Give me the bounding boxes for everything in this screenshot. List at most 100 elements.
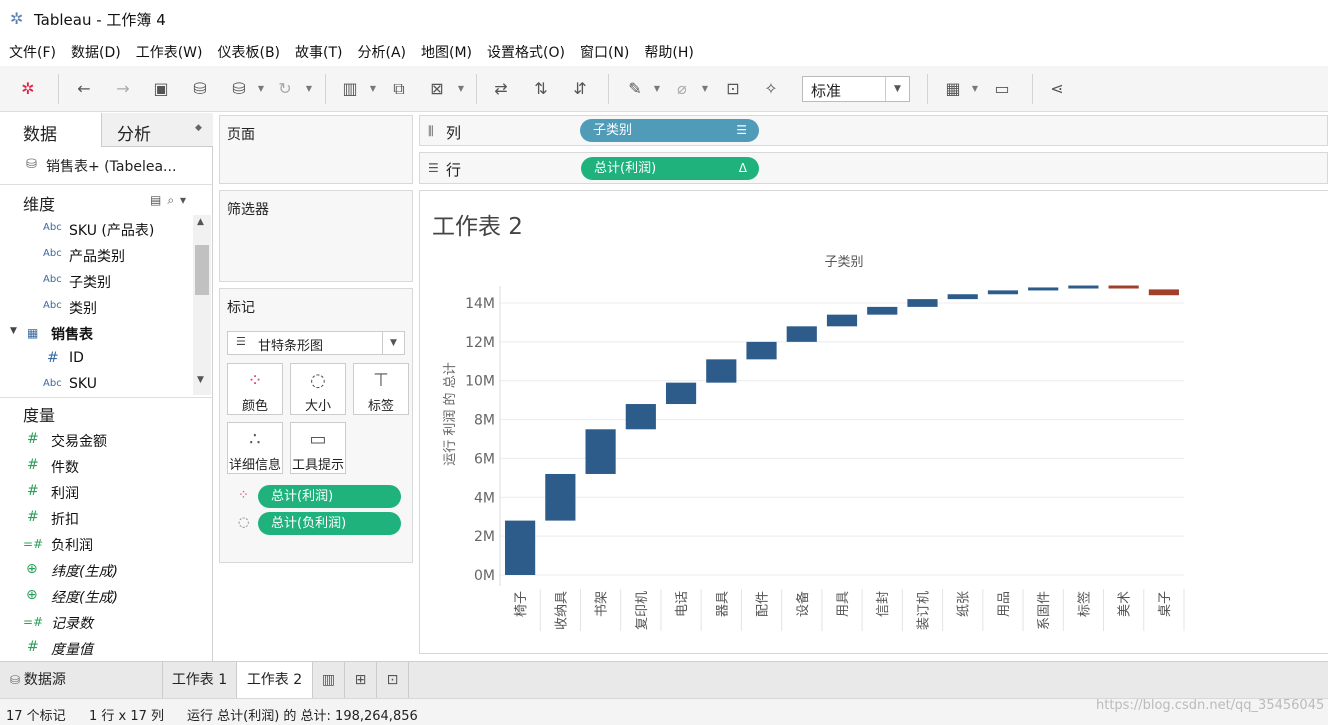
datasource-tab[interactable]: ⛁ 数据源: [0, 662, 163, 698]
bar[interactable]: [545, 473, 576, 521]
save-icon[interactable]: ▣: [150, 78, 172, 100]
rows-shelf[interactable]: ☰ 行 总计(利润) Δ: [419, 152, 1328, 184]
menu-map[interactable]: 地图(M): [416, 42, 477, 62]
measure-item[interactable]: ⊕ 经度(生成): [0, 583, 192, 609]
refresh-icon[interactable]: ↻: [274, 78, 296, 100]
field-item[interactable]: Abc 产品类别: [0, 242, 192, 268]
pages-card[interactable]: 页面: [219, 115, 413, 184]
share-icon[interactable]: ⋖: [1046, 78, 1068, 100]
columns-pill[interactable]: 子类别 ☰: [580, 119, 759, 142]
chevron-up-icon[interactable]: ▲: [197, 217, 204, 227]
pin-icon[interactable]: ✧: [760, 78, 782, 100]
back-icon[interactable]: ←: [73, 78, 95, 100]
menu-help[interactable]: 帮助(H): [639, 42, 698, 62]
sheet-tab-2[interactable]: 工作表 2: [237, 662, 313, 698]
bar[interactable]: [1148, 289, 1179, 296]
columns-shelf[interactable]: ⫼ 列 子类别 ☰: [419, 115, 1328, 146]
chevron-down-icon[interactable]: ▼: [304, 78, 314, 100]
bar[interactable]: [665, 382, 697, 405]
group-icon[interactable]: ⌀: [671, 78, 693, 100]
bar[interactable]: [987, 290, 1019, 295]
measure-item[interactable]: # 件数: [0, 453, 192, 479]
tab-data[interactable]: 数据: [0, 113, 102, 147]
bar[interactable]: [1028, 287, 1059, 291]
viz-area[interactable]: 工作表 2 子类别 运行 利润 的 总计 0M 2M 4M 6M 8M 10M 12M 14M…: [419, 190, 1328, 654]
menu-file[interactable]: 文件(F): [4, 42, 61, 62]
chevron-down-icon[interactable]: ▼: [197, 375, 204, 385]
measure-item[interactable]: # 交易金额: [0, 427, 192, 453]
bar[interactable]: [907, 299, 938, 307]
measure-item[interactable]: # 利润: [0, 479, 192, 505]
bar[interactable]: [706, 359, 737, 383]
datasource-item[interactable]: ⛁ 销售表+ (Tabelea...: [0, 147, 213, 185]
highlight-icon[interactable]: ✎: [624, 78, 646, 100]
field-item[interactable]: Abc 子类别: [0, 268, 192, 294]
measure-item[interactable]: # 折扣: [0, 505, 192, 531]
color-pill[interactable]: 总计(利润): [258, 485, 401, 508]
bar[interactable]: [1108, 285, 1139, 289]
label-button[interactable]: ⊤ 标签: [353, 363, 409, 415]
size-button[interactable]: ◌ 大小: [290, 363, 346, 415]
menu-worksheet[interactable]: 工作表(W): [131, 42, 208, 62]
bar[interactable]: [947, 294, 978, 300]
bar[interactable]: [1068, 285, 1099, 289]
pause-updates-icon[interactable]: ⛁: [228, 78, 250, 100]
menu-dashboard[interactable]: 仪表板(B): [212, 42, 285, 62]
show-me-icon[interactable]: ▦: [942, 78, 964, 100]
new-worksheet-icon[interactable]: ▥: [339, 78, 361, 100]
clear-sheet-icon[interactable]: ⊠: [426, 78, 448, 100]
bar[interactable]: [505, 520, 536, 575]
bar[interactable]: [786, 326, 817, 342]
field-item[interactable]: Abc 类别: [0, 294, 192, 320]
filters-card[interactable]: 筛选器: [219, 190, 413, 282]
measure-item[interactable]: =# 负利润: [0, 531, 192, 557]
measure-item[interactable]: ⊕ 纬度(生成): [0, 557, 192, 583]
measure-item[interactable]: # 度量值: [0, 635, 192, 661]
menu-analysis[interactable]: 分析(A): [353, 42, 412, 62]
bar[interactable]: [867, 306, 898, 315]
dimensions-scrollbar[interactable]: ▲ ▼: [193, 215, 211, 395]
bar[interactable]: [625, 404, 656, 430]
dimension-tools-icon[interactable]: ▤⌕▾: [150, 193, 192, 208]
menu-format[interactable]: 设置格式(O): [482, 42, 570, 62]
bar[interactable]: [826, 314, 858, 327]
chevron-down-icon[interactable]: ▼: [700, 78, 710, 100]
menu-window[interactable]: 窗口(N): [575, 42, 634, 62]
chevron-down-icon[interactable]: ▼: [256, 78, 266, 100]
tableau-home-icon[interactable]: ✲: [17, 78, 39, 100]
sheet-tab-1[interactable]: 工作表 1: [163, 662, 237, 698]
detail-button[interactable]: ∴ 详细信息: [227, 422, 283, 474]
color-button[interactable]: ⁘ 颜色: [227, 363, 283, 415]
size-pill[interactable]: 总计(负利润): [258, 512, 401, 535]
chevron-down-icon[interactable]: ▼: [456, 78, 466, 100]
menu-story[interactable]: 故事(T): [290, 42, 347, 62]
presentation-mode-icon[interactable]: ▭: [991, 78, 1013, 100]
show-labels-icon[interactable]: ⊡: [722, 78, 744, 100]
field-item[interactable]: Abc SKU: [0, 372, 192, 398]
new-dashboard-icon[interactable]: ⊞: [345, 662, 377, 698]
bar[interactable]: [585, 429, 616, 474]
bar[interactable]: [746, 341, 777, 360]
table-folder[interactable]: ▼ ▦ 销售表: [0, 320, 192, 346]
menu-data[interactable]: 数据(D): [66, 42, 126, 62]
measure-item[interactable]: =# 记录数: [0, 609, 192, 635]
sort-descending-icon[interactable]: ⇵: [569, 78, 591, 100]
tab-analysis[interactable]: 分析 ◆: [102, 113, 213, 147]
new-sheet-icon[interactable]: ▥: [313, 662, 345, 698]
scrollbar-thumb[interactable]: [195, 245, 209, 295]
chevron-down-icon[interactable]: ▼: [970, 78, 980, 100]
rows-pill[interactable]: 总计(利润) Δ: [581, 157, 759, 180]
new-datasource-icon[interactable]: ⛁: [189, 78, 211, 100]
mark-type-select[interactable]: ☰ 甘特条形图 ▼: [227, 331, 405, 355]
swap-rows-columns-icon[interactable]: ⇄: [490, 78, 512, 100]
fit-select[interactable]: 标准 ▼: [802, 76, 910, 102]
field-item[interactable]: Abc SKU (产品表): [0, 216, 192, 242]
forward-icon[interactable]: →: [112, 78, 134, 100]
new-story-icon[interactable]: ⊡: [377, 662, 409, 698]
chevron-down-icon[interactable]: ▼: [368, 78, 378, 100]
tooltip-button[interactable]: ▭ 工具提示: [290, 422, 346, 474]
chevron-down-icon[interactable]: ▼: [10, 326, 17, 336]
duplicate-sheet-icon[interactable]: ⧉: [388, 78, 410, 100]
chevron-down-icon[interactable]: ▼: [652, 78, 662, 100]
sort-ascending-icon[interactable]: ⇅: [530, 78, 552, 100]
